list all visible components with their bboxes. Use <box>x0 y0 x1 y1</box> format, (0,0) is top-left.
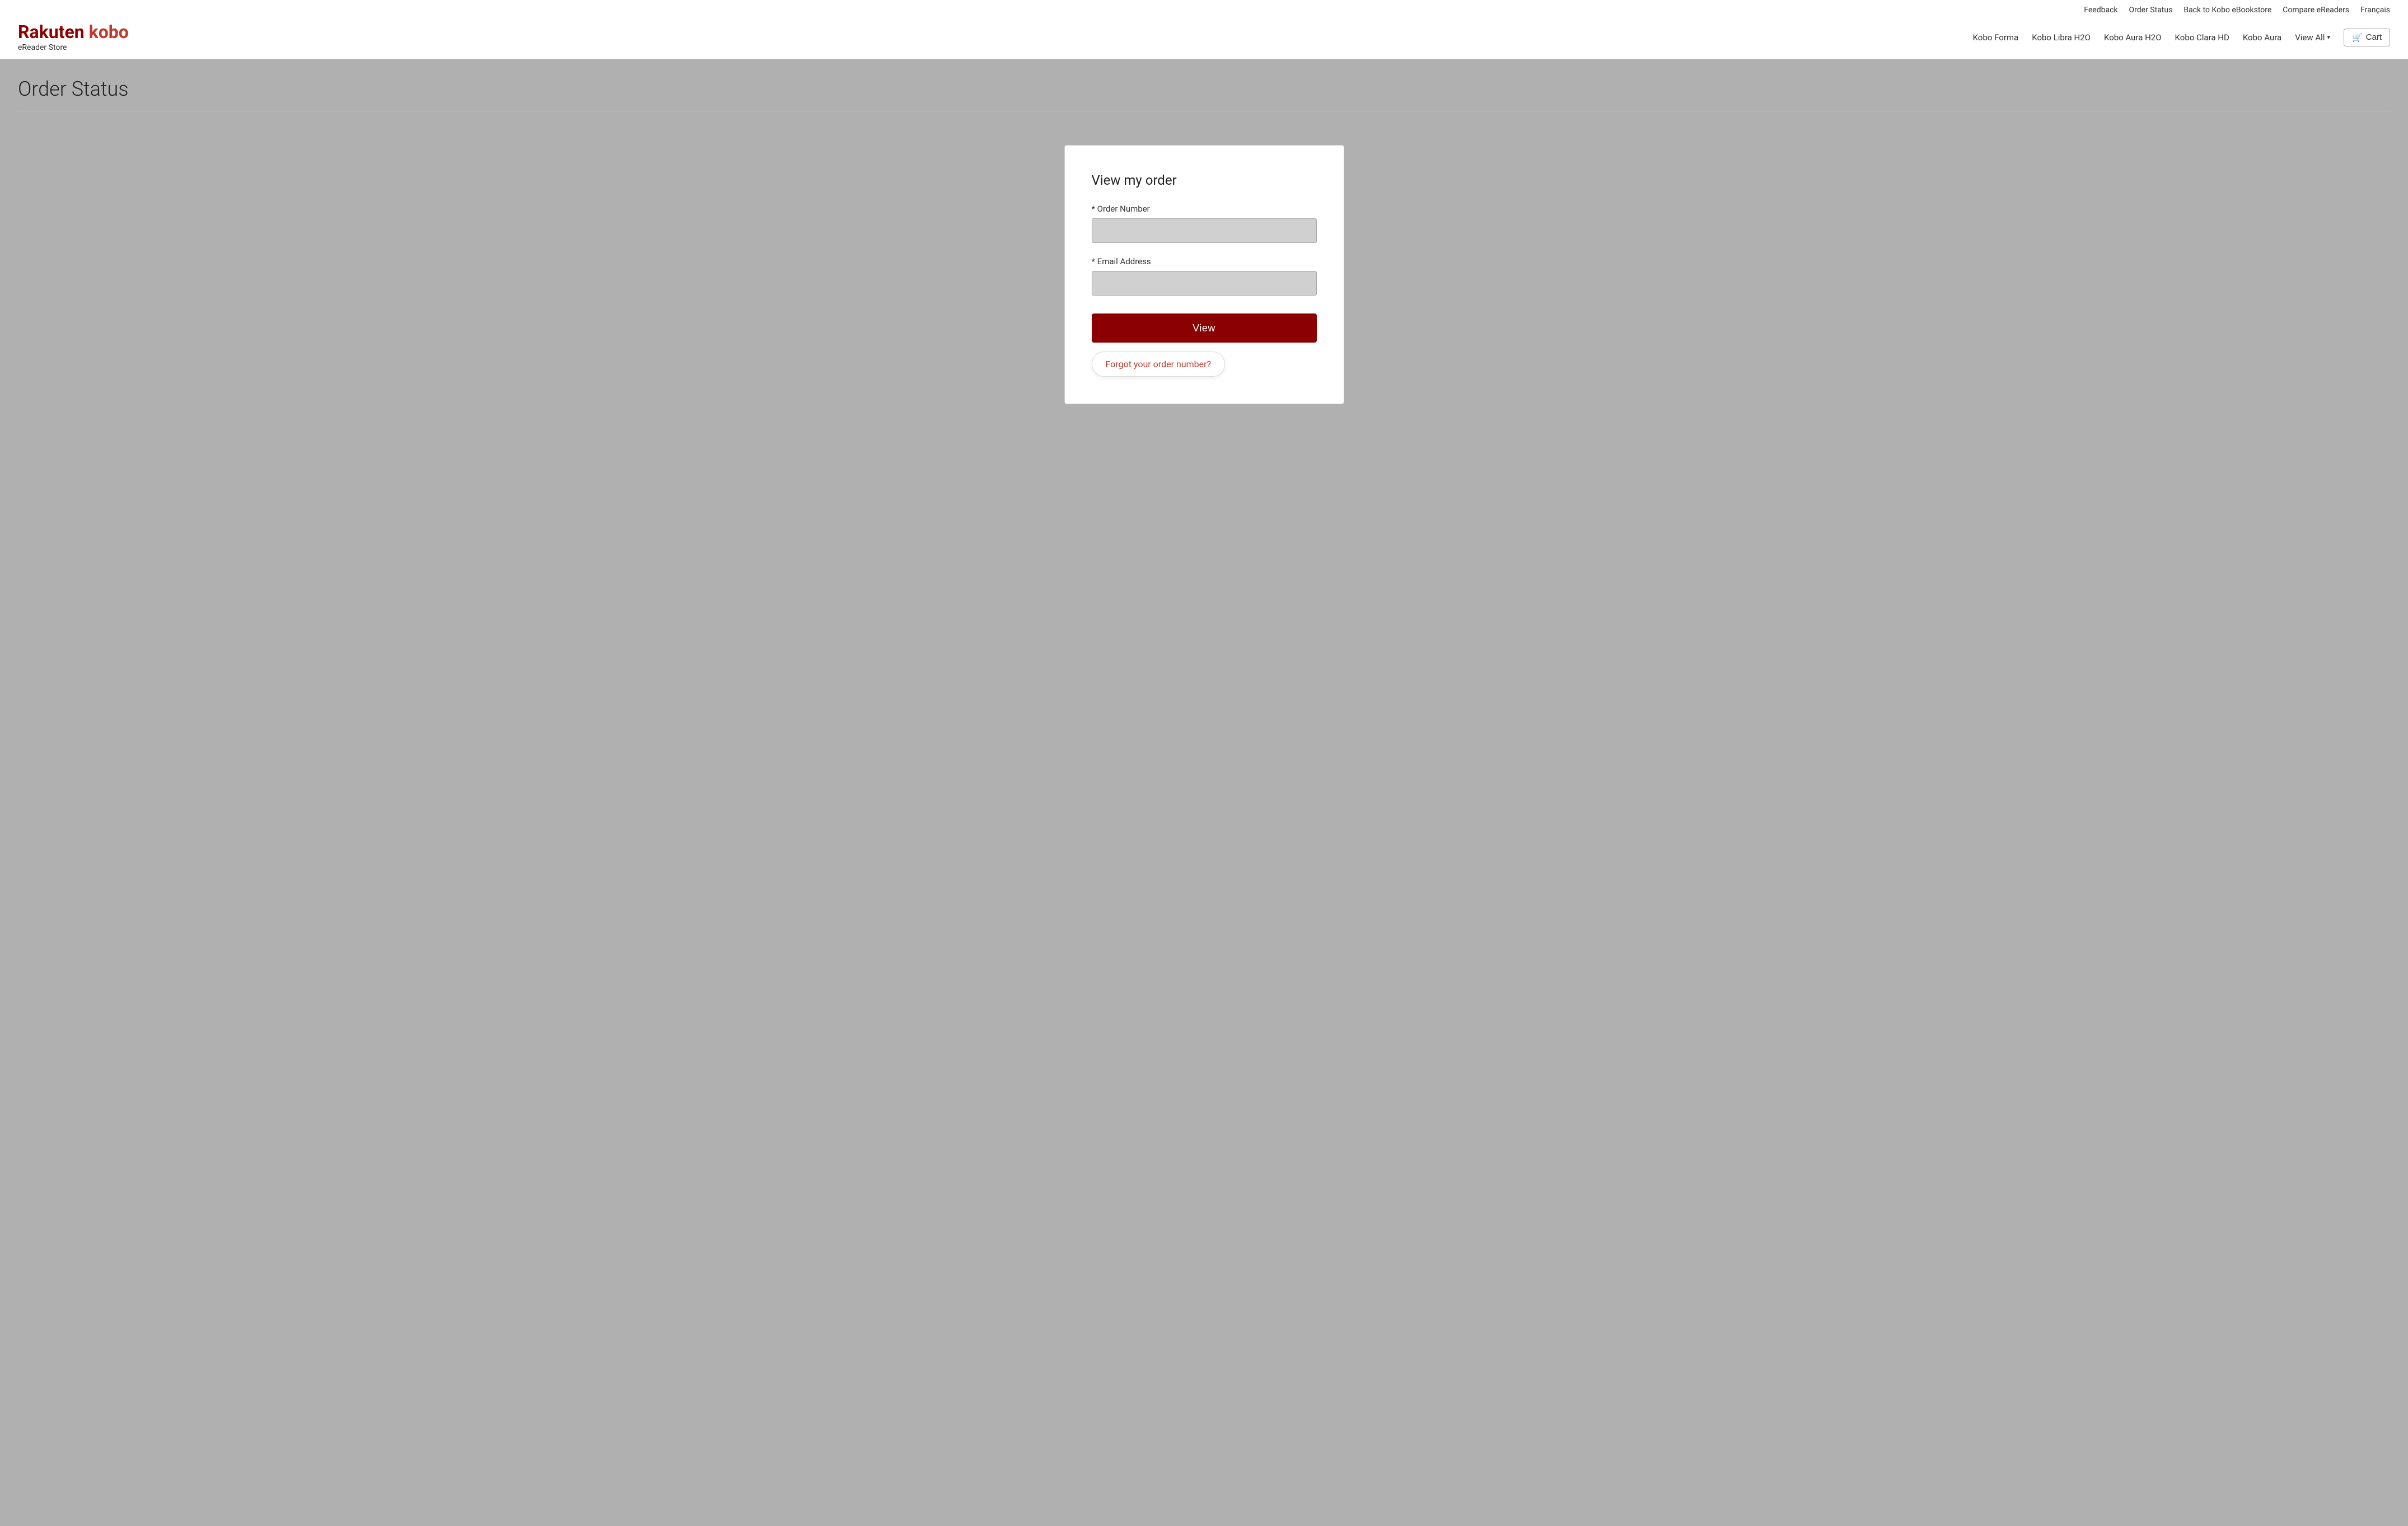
nav-kobo-libra[interactable]: Kobo Libra H2O <box>2032 32 2091 43</box>
page-content: Order Status View my order * Order Numbe… <box>0 59 2408 438</box>
nav-kobo-clara[interactable]: Kobo Clara HD <box>2175 32 2229 43</box>
main-nav: Kobo Forma Kobo Libra H2O Kobo Aura H2O … <box>1973 29 2390 46</box>
form-card: View my order * Order Number * Email Add… <box>1064 145 1344 404</box>
nav-view-all[interactable]: View All ▾ <box>2295 32 2330 43</box>
logo-text: Rakuten kobo <box>18 22 129 42</box>
logo[interactable]: Rakuten kobo eReader Store <box>18 22 129 52</box>
feedback-link[interactable]: Feedback <box>2084 6 2117 15</box>
cart-label: Cart <box>2366 32 2382 42</box>
header: Feedback Order Status Back to Kobo eBook… <box>0 0 2408 59</box>
header-main: Rakuten kobo eReader Store Kobo Forma Ko… <box>18 18 2390 59</box>
form-title: View my order <box>1092 172 1317 188</box>
nav-kobo-aura[interactable]: Kobo Aura <box>2243 32 2281 43</box>
compare-ereaders-link[interactable]: Compare eReaders <box>2283 6 2349 15</box>
top-nav: Feedback Order Status Back to Kobo eBook… <box>18 0 2390 18</box>
order-number-label: * Order Number <box>1092 204 1317 214</box>
email-label: * Email Address <box>1092 256 1317 266</box>
back-to-bookstore-link[interactable]: Back to Kobo eBookstore <box>2183 6 2271 15</box>
page-title: Order Status <box>18 77 2390 101</box>
logo-kobo: kobo <box>85 21 129 43</box>
forgot-wrapper: Forgot your order number? <box>1092 352 1317 377</box>
logo-rakuten: Rakuten <box>18 21 85 43</box>
order-number-input[interactable] <box>1092 218 1317 243</box>
order-number-group: * Order Number <box>1092 204 1317 243</box>
nav-kobo-aura-h2o[interactable]: Kobo Aura H2O <box>2104 32 2162 43</box>
cart-icon: 🛒 <box>2352 32 2363 43</box>
view-button[interactable]: View <box>1092 313 1317 343</box>
logo-sub: eReader Store <box>18 43 129 52</box>
order-status-link[interactable]: Order Status <box>2129 6 2173 15</box>
cart-button[interactable]: 🛒 Cart <box>2344 29 2390 46</box>
email-group: * Email Address <box>1092 256 1317 296</box>
chevron-down-icon: ▾ <box>2327 34 2330 41</box>
francais-link[interactable]: Français <box>2360 6 2390 15</box>
email-input[interactable] <box>1092 271 1317 296</box>
form-card-wrapper: View my order * Order Number * Email Add… <box>18 134 2390 404</box>
forgot-order-link[interactable]: Forgot your order number? <box>1092 352 1226 377</box>
nav-kobo-forma[interactable]: Kobo Forma <box>1973 32 2019 43</box>
